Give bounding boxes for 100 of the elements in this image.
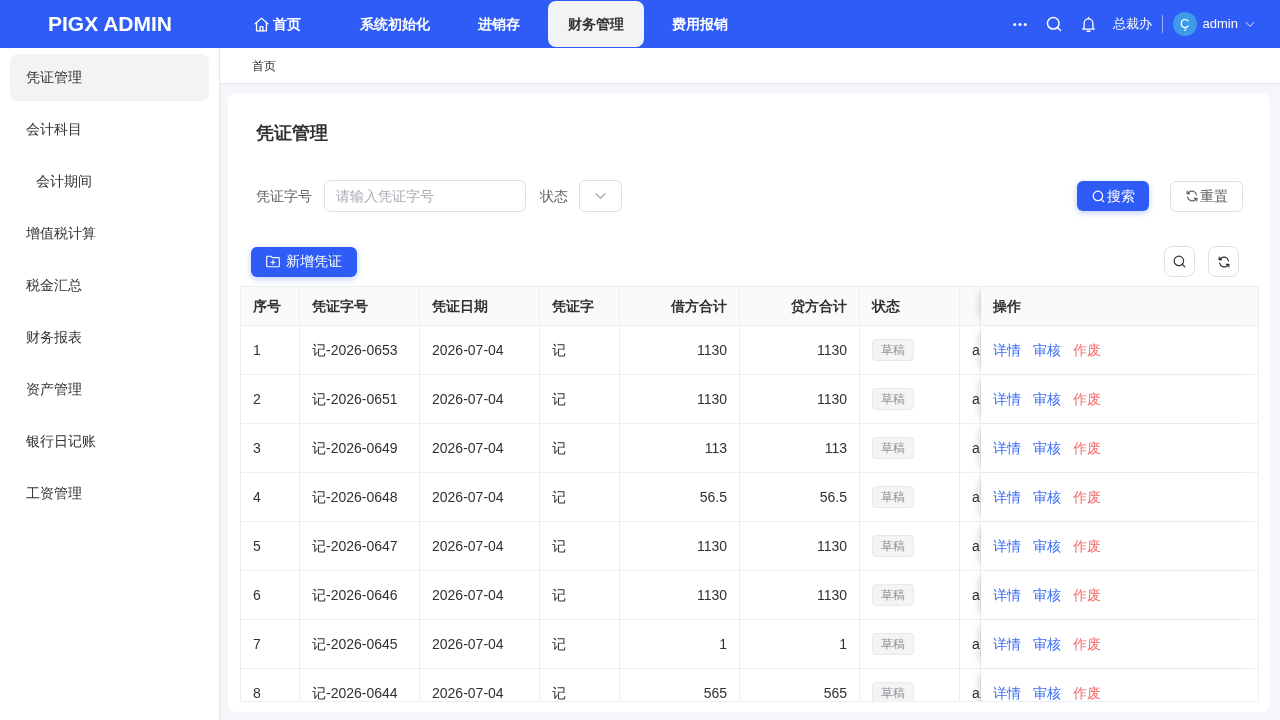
table-cell: 56.5 — [620, 473, 740, 521]
nav-tab[interactable]: 系统初始化 — [340, 1, 450, 47]
table-cell: 2026-07-04 — [420, 620, 540, 668]
home-icon — [253, 15, 270, 33]
refresh-icon — [1217, 255, 1230, 268]
void-link[interactable]: 作废 — [1073, 342, 1101, 358]
table-cell: 记-2026-0649 — [300, 424, 420, 472]
chevron-down-icon[interactable] — [1245, 21, 1255, 27]
action-link[interactable]: 审核 — [1033, 636, 1061, 652]
nav-tab[interactable]: 费用报销 — [652, 1, 748, 47]
nav-tab[interactable]: 首页 — [233, 1, 321, 47]
table-cell: 2026-07-04 — [420, 375, 540, 423]
action-link[interactable]: 详情 — [993, 685, 1021, 701]
table-cell: 1130 — [740, 522, 860, 570]
action-link[interactable]: 审核 — [1033, 391, 1061, 407]
nav-tab[interactable]: 财务管理 — [548, 1, 644, 47]
action-link[interactable]: 详情 — [993, 636, 1021, 652]
sidebar-item[interactable]: 银行日记账 — [10, 418, 209, 465]
table-cell: 1130 — [740, 326, 860, 374]
table-cell: 记-2026-0646 — [300, 571, 420, 619]
action-link[interactable]: 审核 — [1033, 440, 1061, 456]
action-link[interactable]: 详情 — [993, 440, 1021, 456]
void-link[interactable]: 作废 — [1073, 685, 1101, 701]
table-cell: 1130 — [620, 326, 740, 374]
void-link[interactable]: 作废 — [1073, 489, 1101, 505]
action-link[interactable]: 审核 — [1033, 342, 1061, 358]
sidebar-item[interactable]: 财务报表 — [10, 314, 209, 361]
user-name[interactable]: admin — [1202, 14, 1238, 34]
table-cell: a — [972, 489, 980, 505]
folder-plus-icon — [266, 255, 280, 268]
org-switcher[interactable]: 总裁办 — [1112, 14, 1152, 34]
table-cell: 2 — [241, 375, 300, 423]
sidebar-item[interactable]: 会计科目 — [10, 106, 209, 153]
search-button[interactable]: 搜索 — [1077, 181, 1149, 211]
sidebar-item[interactable]: 会计期间 — [10, 158, 209, 205]
action-link[interactable]: 审核 — [1033, 538, 1061, 554]
status-tag: 草稿 — [872, 535, 914, 557]
action-link[interactable]: 详情 — [993, 489, 1021, 505]
table-cell: 8 — [241, 669, 300, 701]
table-cell: 3 — [241, 424, 300, 472]
action-link[interactable]: 详情 — [993, 587, 1021, 603]
table-cell: 7 — [241, 620, 300, 668]
add-button[interactable]: 新增凭证 — [251, 246, 357, 277]
void-link[interactable]: 作废 — [1073, 636, 1101, 652]
table-cell: a — [972, 636, 980, 652]
void-link[interactable]: 作废 — [1073, 440, 1101, 456]
search-toggle-button[interactable] — [1164, 246, 1195, 277]
status-tag: 草稿 — [872, 437, 914, 459]
nav-tab[interactable]: 进销存 — [458, 1, 540, 47]
page-title: 凭证管理 — [255, 122, 329, 145]
table-cell: a — [972, 440, 980, 456]
table-cell: 565 — [740, 669, 860, 701]
table-cell: 记-2026-0647 — [300, 522, 420, 570]
action-link[interactable]: 详情 — [993, 538, 1021, 554]
bell-icon[interactable] — [1080, 16, 1096, 32]
breadcrumb-item[interactable]: 首页 — [252, 56, 276, 75]
filter-label: 凭证字号 — [256, 186, 312, 206]
status-tag: 草稿 — [872, 682, 914, 701]
table-cell: 56.5 — [740, 473, 860, 521]
column-header: 序号 — [241, 287, 300, 325]
reset-button[interactable]: 重置 — [1170, 180, 1243, 212]
table-cell: 记 — [540, 326, 620, 374]
table-cell: a — [972, 587, 980, 603]
sidebar-item[interactable]: 增值税计算 — [10, 210, 209, 257]
sidebar-item[interactable]: 资产管理 — [10, 366, 209, 413]
search-icon — [1091, 189, 1105, 203]
table-cell: a — [972, 538, 980, 554]
table-cell: 记 — [540, 424, 620, 472]
action-link[interactable]: 详情 — [993, 391, 1021, 407]
input-field[interactable]: 请输入凭证字号 — [324, 180, 526, 212]
table-cell: 记 — [540, 571, 620, 619]
sidebar-item[interactable]: 税金汇总 — [10, 262, 209, 309]
action-link[interactable]: 详情 — [993, 342, 1021, 358]
column-header: 操作 — [981, 287, 1258, 325]
action-link[interactable]: 审核 — [1033, 685, 1061, 701]
status-tag: 草稿 — [872, 633, 914, 655]
table-cell: 记 — [540, 473, 620, 521]
table-cell: 2026-07-04 — [420, 473, 540, 521]
select-field[interactable] — [579, 180, 622, 212]
table-cell: 1130 — [620, 375, 740, 423]
action-link[interactable]: 审核 — [1033, 587, 1061, 603]
table-cell: 1 — [620, 620, 740, 668]
more-icon[interactable] — [1012, 22, 1027, 26]
column-header: 凭证字号 — [300, 287, 420, 325]
table-cell: 记-2026-0653 — [300, 326, 420, 374]
sidebar-item[interactable]: 凭证管理 — [10, 54, 209, 101]
status-tag: 草稿 — [872, 584, 914, 606]
table-cell: a — [972, 685, 980, 701]
void-link[interactable]: 作废 — [1073, 391, 1101, 407]
void-link[interactable]: 作废 — [1073, 587, 1101, 603]
table-cell: 1 — [740, 620, 860, 668]
sidebar-item[interactable]: 工资管理 — [10, 470, 209, 517]
void-link[interactable]: 作废 — [1073, 538, 1101, 554]
refresh-button[interactable] — [1208, 246, 1239, 277]
user-avatar[interactable]: Ç — [1172, 12, 1197, 36]
table-cell: 记-2026-0645 — [300, 620, 420, 668]
search-icon[interactable] — [1045, 16, 1062, 32]
table-cell: 记 — [540, 620, 620, 668]
table-cell: a — [972, 391, 980, 407]
action-link[interactable]: 审核 — [1033, 489, 1061, 505]
